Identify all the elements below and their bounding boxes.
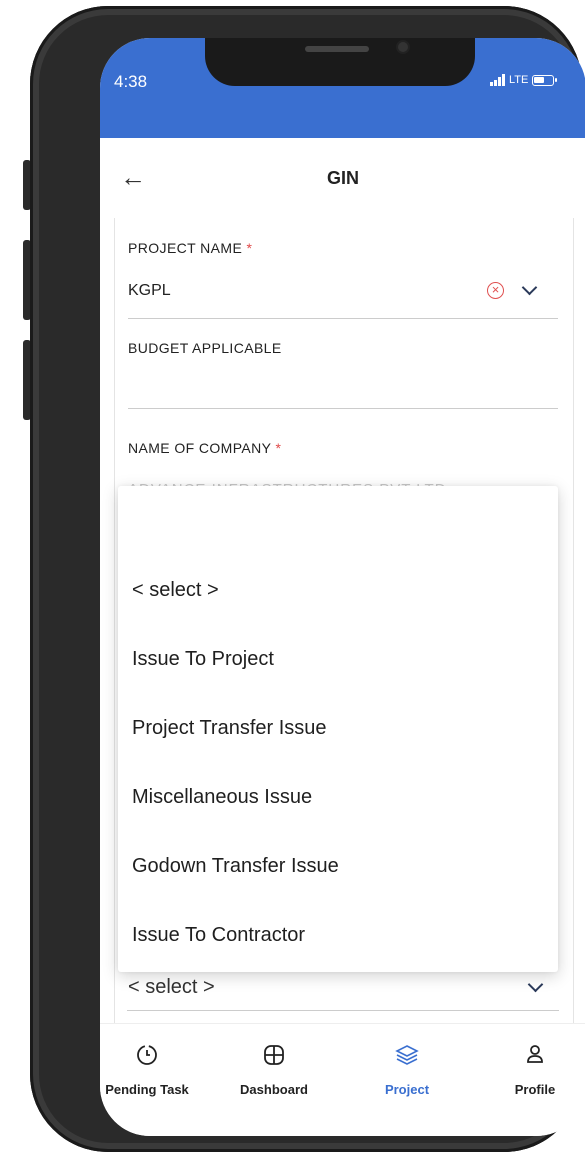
dashboard-icon [264,1045,284,1065]
phone-screen: 4:38 LTE ← GIN PROJECT NAME * KGPL × BUD… [100,38,585,1136]
company-name-label: NAME OF COMPANY * [128,440,282,456]
project-name-value[interactable]: KGPL [128,282,171,300]
app-header: ← GIN [100,138,585,218]
network-type: LTE [509,74,529,86]
nav-label-pending-task: Pending Task [105,1082,189,1097]
clock-icon [137,1045,157,1065]
nav-item-pending-task[interactable]: Pending Task [100,1024,202,1104]
issue-type-select[interactable]: < select > [128,976,215,999]
issue-type-dropdown: < select > Issue To Project Project Tran… [118,486,558,972]
chevron-down-icon[interactable] [521,279,538,296]
issue-type-underline [127,1010,559,1011]
camera [398,42,408,52]
notch [205,38,475,86]
nav-item-project[interactable]: Project [352,1024,462,1104]
dropdown-option-select[interactable]: < select > [132,579,219,602]
nav-item-profile[interactable]: Profile [480,1024,585,1104]
page-title: GIN [326,168,359,188]
status-time: 4:38 [114,72,148,91]
nav-label-profile: Profile [514,1082,556,1097]
status-bar: 4:38 LTE [100,38,585,138]
dropdown-option-issue-to-contractor[interactable]: Issue To Contractor [132,924,305,947]
dropdown-option-godown-transfer-issue[interactable]: Godown Transfer Issue [132,855,339,878]
layers-icon [395,1045,419,1065]
project-name-label: PROJECT NAME * [128,240,253,256]
signal-indicators: LTE [490,74,558,86]
clear-icon[interactable]: × [487,282,504,299]
nav-label-dashboard: Dashboard [240,1082,308,1097]
project-name-underline [128,318,558,319]
dropdown-option-project-transfer-issue[interactable]: Project Transfer Issue [132,717,327,740]
required-mark: * [246,240,253,256]
required-mark: * [275,440,282,456]
phone-frame: 4:38 LTE ← GIN PROJECT NAME * KGPL × BUD… [30,6,585,1152]
nav-item-dashboard[interactable]: Dashboard [219,1024,329,1104]
budget-applicable-underline [128,408,558,409]
dropdown-option-issue-to-project[interactable]: Issue To Project [132,648,274,671]
nav-label-project: Project [384,1082,430,1097]
bottom-nav: Pending Task Dashboard Project Profile [100,1023,585,1136]
signal-icon [490,74,505,86]
budget-applicable-label: BUDGET APPLICABLE [128,340,282,356]
speaker [305,46,369,52]
user-icon [527,1045,543,1063]
battery-icon [532,74,558,86]
dropdown-option-miscellaneous-issue[interactable]: Miscellaneous Issue [132,786,312,809]
